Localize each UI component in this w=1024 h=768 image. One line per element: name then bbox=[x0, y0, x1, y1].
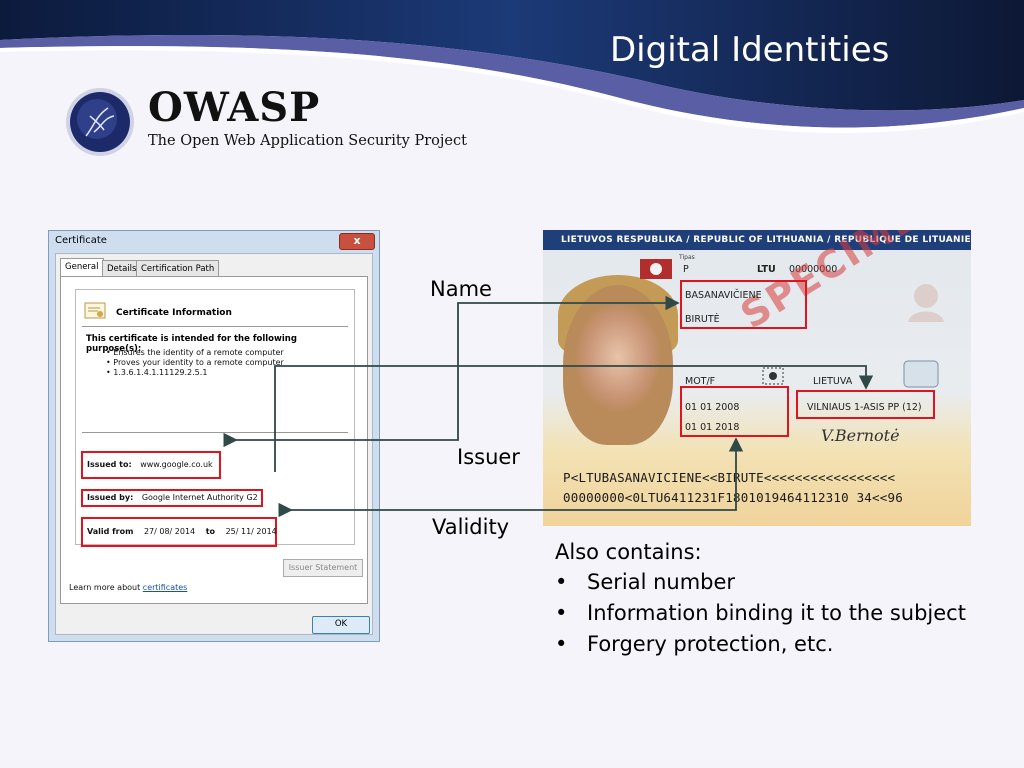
certificates-link[interactable]: certificates bbox=[143, 583, 188, 592]
valid-from-label: Valid from bbox=[87, 527, 134, 536]
valid-to-value: 25/ 11/ 2014 bbox=[225, 527, 277, 536]
certificate-dialog: Certificate x General Details Certificat… bbox=[48, 230, 380, 642]
issued-by-label: Issued by: bbox=[87, 493, 134, 502]
id-name-highlight bbox=[680, 280, 807, 329]
chip-icon bbox=[903, 360, 939, 388]
list-item: Forgery protection, etc. bbox=[555, 632, 966, 663]
validity-label: Validity bbox=[432, 515, 510, 539]
mrz-line-2: 00000000<0LTU6411231F1801019464112310 34… bbox=[563, 490, 903, 505]
list-item: Serial number bbox=[555, 570, 966, 601]
divider bbox=[82, 432, 348, 433]
issued-to-label: Issued to: bbox=[87, 460, 132, 469]
type-value: P bbox=[683, 264, 689, 275]
issued-to-field: Issued to: www.google.co.uk bbox=[87, 460, 213, 469]
divider bbox=[82, 326, 348, 327]
learn-more-text: Learn more about certificates bbox=[69, 583, 187, 592]
certificate-info-title: Certificate Information bbox=[116, 308, 232, 318]
nationality-value: LIETUVA bbox=[813, 376, 853, 387]
validity-field: Valid from 27/ 08/ 2014 to 25/ 11/ 2014 bbox=[87, 527, 277, 536]
emblem-icon bbox=[640, 259, 672, 279]
issuer-label: Issuer bbox=[457, 445, 520, 469]
tab-general[interactable]: General bbox=[60, 258, 104, 277]
learn-more-prefix: Learn more about bbox=[69, 583, 143, 592]
slide-title: Digital Identities bbox=[610, 30, 890, 70]
dialog-title: Certificate bbox=[55, 235, 107, 246]
type-field-label: Tipas bbox=[679, 254, 695, 261]
general-panel: Certificate Information This certificate… bbox=[60, 276, 368, 604]
tab-certification-path[interactable]: Certification Path bbox=[136, 260, 220, 276]
also-contains-list: Serial number Information binding it to … bbox=[555, 570, 966, 663]
name-label: Name bbox=[430, 277, 492, 301]
purpose-item: • Proves your identity to a remote compu… bbox=[106, 358, 284, 367]
purpose-item: • Ensures the identity of a remote compu… bbox=[106, 348, 284, 357]
dialog-body: General Details Certification Path Certi… bbox=[55, 253, 373, 635]
close-button[interactable]: x bbox=[339, 233, 375, 250]
valid-from-value: 27/ 08/ 2014 bbox=[143, 527, 196, 536]
certificate-icon bbox=[84, 302, 106, 319]
signature: V.Bernotė bbox=[821, 426, 900, 445]
issued-by-field: Issued by: Google Internet Authority G2 bbox=[87, 493, 258, 502]
also-contains-heading: Also contains: bbox=[555, 540, 702, 564]
list-item: Information binding it to the subject bbox=[555, 601, 966, 632]
ghost-portrait-icon bbox=[908, 284, 944, 322]
issued-to-value: www.google.co.uk bbox=[140, 460, 213, 469]
owasp-wordmark: OWASP bbox=[148, 84, 321, 131]
ok-button[interactable]: OK bbox=[312, 616, 370, 634]
issued-by-value: Google Internet Authority G2 bbox=[141, 493, 258, 502]
hologram-icon bbox=[762, 367, 784, 385]
country-value: LTU bbox=[757, 264, 776, 275]
mrz-line-1: P<LTUBASANAVICIENE<<BIRUTE<<<<<<<<<<<<<<… bbox=[563, 470, 896, 485]
id-issuer-highlight bbox=[796, 390, 935, 419]
id-validity-highlight bbox=[680, 386, 789, 437]
id-card-image: LIETUVOS RESPUBLIKA / REPUBLIC OF LITHUA… bbox=[543, 230, 971, 526]
purpose-item: • 1.3.6.1.4.1.11129.2.5.1 bbox=[106, 368, 208, 377]
owasp-tagline: The Open Web Application Security Projec… bbox=[148, 133, 467, 149]
issuer-statement-button[interactable]: Issuer Statement bbox=[283, 559, 363, 577]
valid-to-label: to bbox=[205, 527, 216, 536]
owasp-logo-icon bbox=[66, 88, 134, 156]
portrait-photo bbox=[563, 285, 673, 445]
